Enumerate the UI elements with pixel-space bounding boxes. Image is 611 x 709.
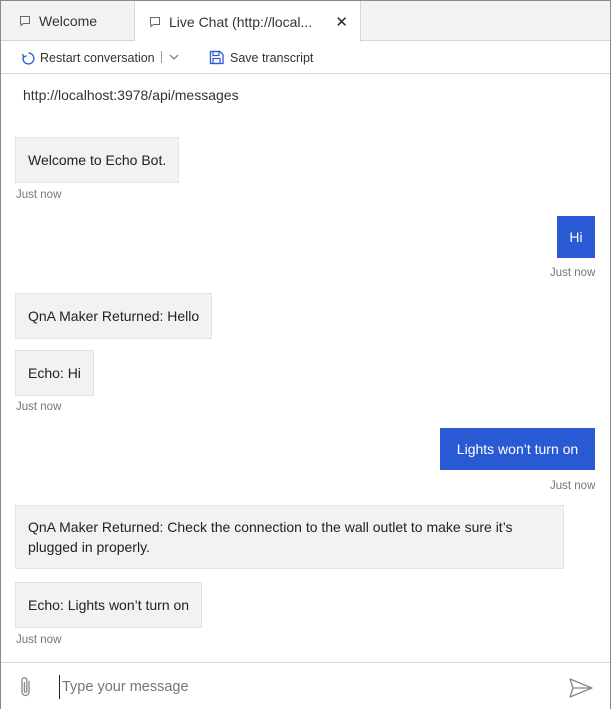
message-timestamp: Just now xyxy=(16,634,62,646)
close-icon[interactable]: ✕ xyxy=(335,13,348,31)
tab-bar: Welcome Live Chat (http://local... ✕ xyxy=(1,1,610,42)
bot-message: Echo: Lights won’t turn on xyxy=(15,582,203,628)
send-icon[interactable] xyxy=(568,677,594,699)
message-timestamp: Just now xyxy=(16,401,62,413)
message-timestamp: Just now xyxy=(550,267,596,279)
tab-welcome-label: Welcome xyxy=(39,13,98,29)
bot-message: QnA Maker Returned: Check the connection… xyxy=(15,505,564,569)
endpoint-url: http://localhost:3978/api/messages xyxy=(23,87,239,103)
save-transcript-label: Save transcript xyxy=(230,51,314,65)
user-message: Hi xyxy=(557,216,595,258)
bot-message: Welcome to Echo Bot. xyxy=(15,137,180,183)
toolbar: Restart conversation Save transcript xyxy=(1,42,610,74)
user-message: Lights won’t turn on xyxy=(440,428,595,470)
message-composer xyxy=(1,662,610,709)
message-timestamp: Just now xyxy=(16,189,62,201)
tab-live-chat-label: Live Chat (http://local... xyxy=(169,13,313,30)
toolbar-divider xyxy=(161,51,162,63)
bot-message: Echo: Hi xyxy=(15,350,94,396)
emulator-window: Welcome Live Chat (http://local... ✕ Res… xyxy=(0,0,611,709)
bot-message: QnA Maker Returned: Hello xyxy=(15,293,213,339)
chevron-down-icon[interactable] xyxy=(167,50,181,64)
message-timestamp: Just now xyxy=(550,480,596,492)
refresh-icon xyxy=(21,51,35,65)
restart-conversation-button[interactable]: Restart conversation xyxy=(21,42,155,74)
restart-conversation-label: Restart conversation xyxy=(40,51,155,65)
tab-welcome[interactable]: Welcome xyxy=(1,1,135,41)
message-input[interactable] xyxy=(59,675,539,699)
save-transcript-button[interactable]: Save transcript xyxy=(209,42,313,74)
tab-live-chat[interactable]: Live Chat (http://local... ✕ xyxy=(135,1,361,42)
paperclip-icon[interactable] xyxy=(17,675,35,699)
save-icon xyxy=(209,50,224,65)
chat-doc-icon xyxy=(150,16,160,28)
chat-doc-icon xyxy=(20,16,30,27)
